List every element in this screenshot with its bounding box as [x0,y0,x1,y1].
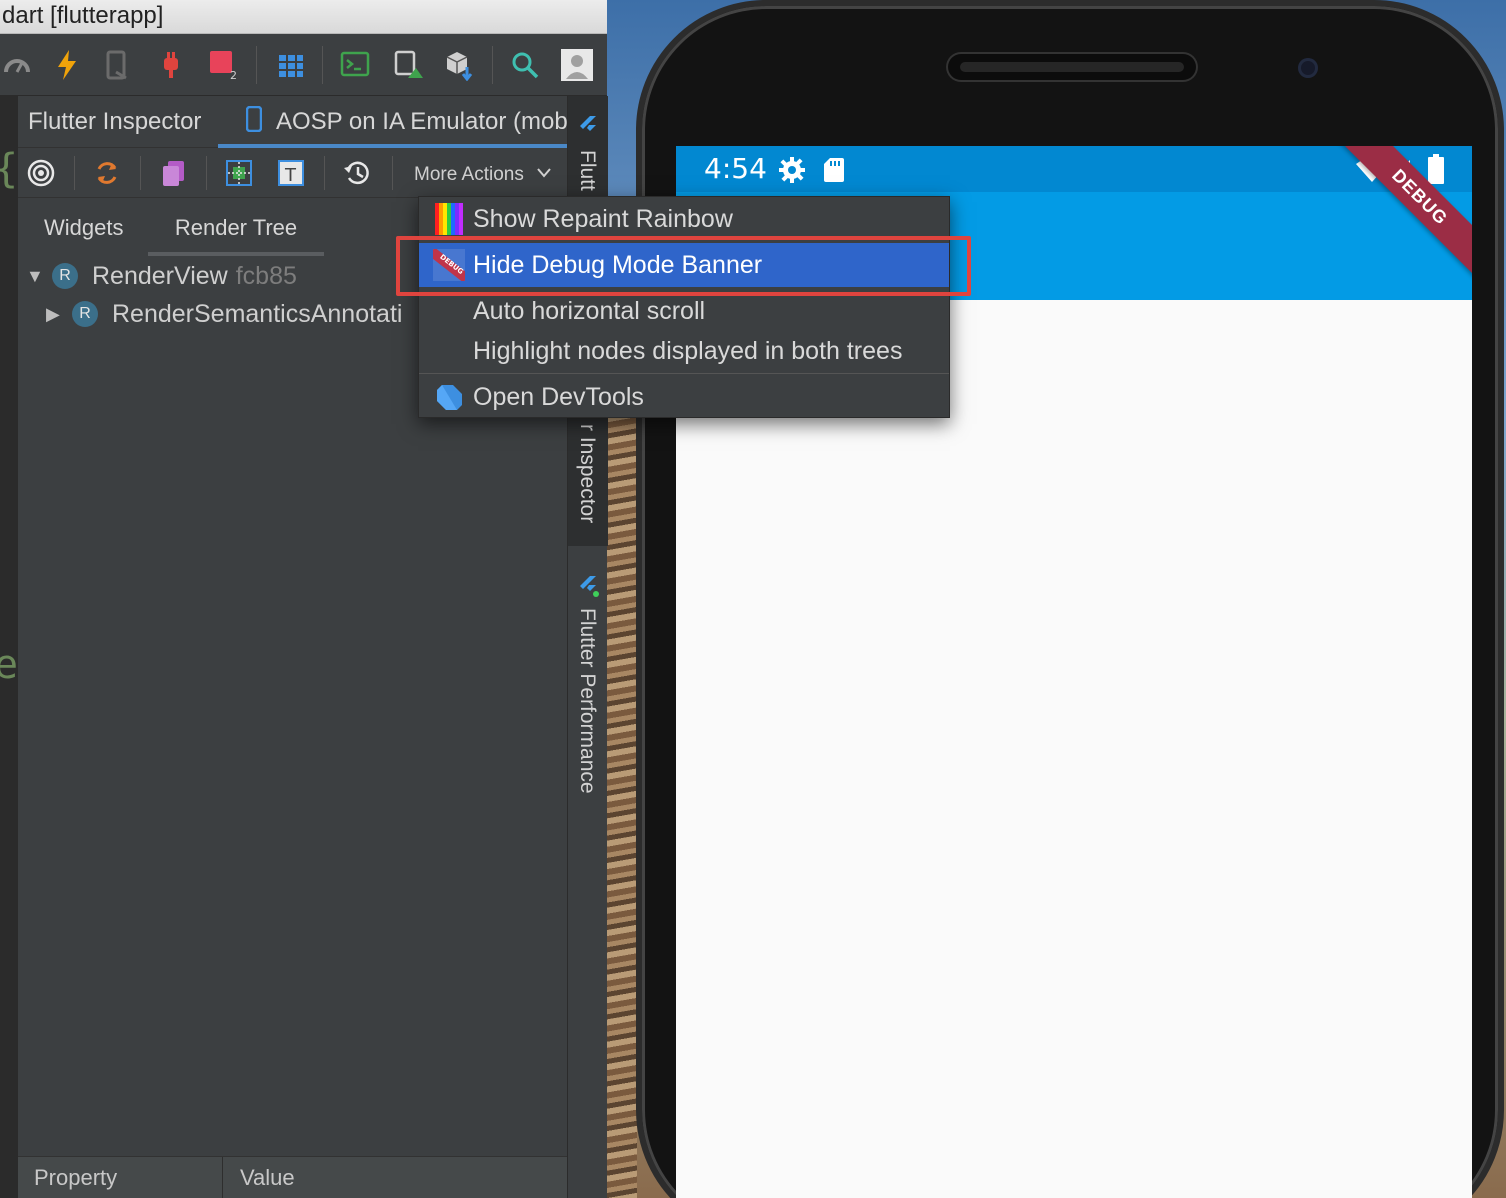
tab-widgets[interactable]: Widgets [44,206,123,256]
user-avatar-icon[interactable] [560,48,594,82]
sdk-manager-icon[interactable] [442,48,476,82]
caret-collapsed-icon[interactable]: ▶ [46,304,72,325]
tree-node-render-view[interactable]: ▼ R RenderView fcb85 [26,258,297,294]
render-object-badge: R [52,263,78,289]
editor-gutter: { e [0,96,18,1198]
speaker-grill [960,62,1184,72]
chevron-down-icon [537,158,551,188]
sd-card-icon [824,158,844,182]
tree-node-render-semantics[interactable]: ▶ R RenderSemanticsAnnotati [46,296,402,332]
properties-header: Property Value [18,1156,567,1198]
value-column-header[interactable]: Value [240,1157,295,1198]
caret-expanded-icon[interactable]: ▼ [26,266,52,287]
status-clock: 4:54 [704,152,767,185]
property-column-header[interactable]: Property [34,1157,117,1198]
battery-icon [1428,154,1444,184]
side-tab-label: r Inspector [576,424,599,524]
ide-window: dart [flutterapp] 2 e Flutter Inspector … [0,0,608,1198]
search-icon[interactable] [508,48,542,82]
text-baseline-icon[interactable]: T [274,156,308,190]
more-actions-menu: Show Repaint Rainbow DEBUG Hide Debug Mo… [418,196,950,418]
main-toolbar: 2 [0,34,607,96]
window-title: dart [flutterapp] [2,2,164,29]
tab-device-emulator[interactable]: AOSP on IA Emulator (mob [218,96,567,148]
svg-text:2: 2 [230,69,237,81]
rainbow-icon [435,203,463,235]
tab-flutter-inspector[interactable]: Flutter Inspector [28,96,201,148]
tree-node-label: RenderSemanticsAnnotati [112,299,403,328]
menu-item-highlight-nodes[interactable]: Highlight nodes displayed in both trees [419,329,949,373]
flutter-logo-icon [580,576,599,597]
stop-icon[interactable]: 2 [206,48,240,82]
front-camera [1298,58,1318,78]
menu-item-open-devtools[interactable]: Open DevTools [419,375,949,419]
window-title-bar: dart [flutterapp] [0,0,607,34]
gutter-glyph: { [0,146,18,192]
gutter-glyph: e [0,642,19,688]
device-stop-icon[interactable] [100,48,134,82]
show-paint-icon[interactable] [156,156,190,190]
side-tab-label: Flutt [576,150,599,191]
history-icon[interactable] [340,156,374,190]
select-widget-mode-icon[interactable] [24,156,58,190]
menu-item-show-repaint-rainbow[interactable]: Show Repaint Rainbow [419,197,949,241]
flutter-logo-icon [580,116,596,131]
avd-manager-icon[interactable] [392,48,426,82]
inspector-toolbar: T More Actions [18,148,567,198]
dart-icon [437,385,462,410]
tab-render-tree[interactable]: Render Tree [148,206,324,256]
gear-icon [779,157,805,183]
column-divider[interactable] [222,1157,223,1198]
render-object-badge: R [72,301,98,327]
inspector-tab-row: Flutter Inspector AOSP on IA Emulator (m… [18,96,567,148]
attach-debugger-icon[interactable] [154,48,188,82]
refresh-tree-icon[interactable] [90,156,124,190]
desktop-wallpaper-rock [607,400,637,1198]
show-baselines-icon[interactable] [222,156,256,190]
terminal-icon[interactable] [338,48,372,82]
layout-grid-icon[interactable] [274,48,308,82]
more-actions-dropdown[interactable]: More Actions [414,158,551,188]
menu-separator [419,373,949,374]
hot-reload-icon[interactable] [50,48,84,82]
tree-node-id: fcb85 [235,261,297,290]
annotation-highlight-box [396,236,971,296]
side-tab-label: Flutter Performance [576,608,599,794]
tree-node-label: RenderView [92,261,228,290]
phone-icon [245,99,263,144]
svg-text:T: T [284,165,297,186]
performance-gauge-icon[interactable] [0,48,34,82]
